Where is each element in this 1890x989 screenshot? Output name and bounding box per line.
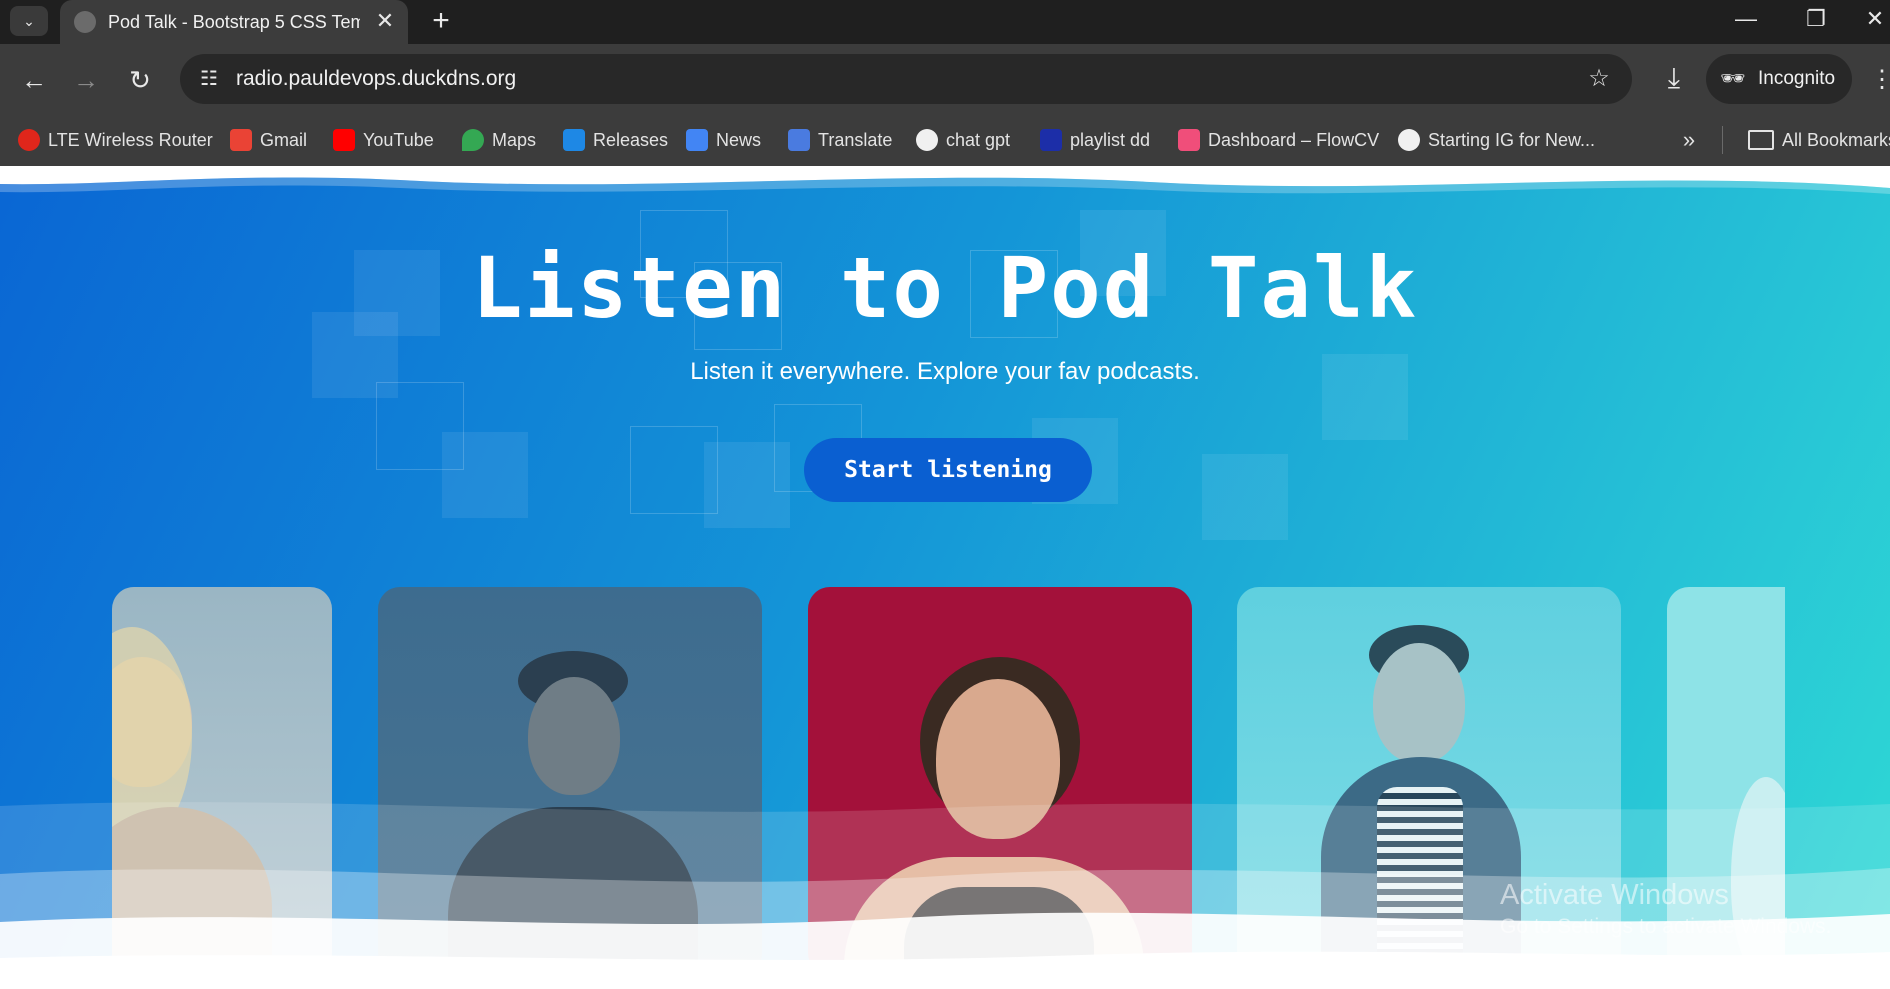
openai-icon — [1398, 129, 1420, 151]
activate-windows-title: Activate Windows — [1500, 879, 1729, 911]
bookmark-flowcv[interactable]: Dashboard – FlowCV — [1178, 125, 1379, 155]
openai-icon — [916, 129, 938, 151]
bookmark-youtube[interactable]: YouTube — [333, 125, 434, 155]
close-window-button[interactable]: ✕ — [1860, 4, 1890, 34]
tab-search-chevron-icon[interactable]: ⌄ — [10, 6, 48, 36]
close-tab-icon[interactable]: ✕ — [372, 8, 398, 34]
forward-arrow-icon[interactable]: → — [68, 62, 104, 98]
incognito-badge[interactable]: 🕶 Incognito — [1706, 54, 1852, 104]
bookmark-translate[interactable]: Translate — [788, 125, 892, 155]
bookmark-label: Starting IG for New... — [1428, 129, 1596, 150]
host-body — [448, 807, 698, 975]
incognito-icon: 🕶 — [1720, 68, 1746, 90]
flowcv-icon — [1178, 129, 1200, 151]
host-card[interactable] — [378, 587, 762, 975]
bookmark-label: YouTube — [363, 129, 434, 150]
bookmarks-overflow-icon[interactable]: » — [1676, 125, 1702, 155]
router-icon — [18, 129, 40, 151]
host-photo — [936, 679, 1060, 839]
restore-button[interactable]: ❐ — [1796, 4, 1836, 34]
hero-title: Listen to Pod Talk — [471, 239, 1419, 337]
globe-icon — [74, 11, 96, 33]
bookmark-playlist-dd[interactable]: playlist dd — [1040, 125, 1150, 155]
host-card[interactable] — [112, 587, 332, 975]
bookmark-label: chat gpt — [946, 129, 1011, 150]
bookmarks-divider — [1722, 126, 1723, 154]
bookmarks-bar: LTE Wireless Router Gmail YouTube Maps R… — [0, 114, 1890, 166]
playlist-icon — [1040, 129, 1062, 151]
translate-icon — [788, 129, 810, 151]
tab-strip: ⌄ Pod Talk - Bootstrap 5 CSS Template ✕ … — [0, 0, 1890, 44]
host-photo — [1731, 777, 1785, 975]
top-wave-decoration — [0, 166, 1890, 194]
host-photo — [528, 677, 620, 795]
reload-icon[interactable]: ↻ — [122, 62, 158, 98]
decorative-square — [442, 432, 528, 518]
bookmark-star-icon[interactable]: ☆ — [1584, 64, 1614, 94]
bookmark-label: LTE Wireless Router — [48, 129, 213, 150]
news-icon — [686, 129, 708, 151]
featured-host-card[interactable] — [808, 587, 1192, 975]
host-body — [112, 807, 272, 975]
host-photo — [1373, 643, 1465, 763]
bookmark-lte-router[interactable]: LTE Wireless Router — [18, 125, 213, 155]
minimize-button[interactable]: — — [1726, 4, 1766, 34]
bookmark-releases[interactable]: Releases — [563, 125, 668, 155]
bookmark-label: News — [716, 129, 762, 150]
more-menu-icon[interactable]: ⋮ — [1870, 62, 1890, 98]
bookmark-starting-ig[interactable]: Starting IG for New... — [1398, 125, 1595, 155]
bookmark-label: Dashboard – FlowCV — [1208, 129, 1380, 150]
download-icon[interactable]: ⤓ — [1656, 60, 1692, 96]
bookmark-chat-gpt[interactable]: chat gpt — [916, 125, 1010, 155]
start-listening-button[interactable]: Start listening — [804, 438, 1092, 502]
hero-subtitle: Listen it everywhere. Explore your fav p… — [690, 358, 1200, 385]
bookmark-label: playlist dd — [1070, 129, 1151, 150]
maps-pin-icon — [462, 129, 484, 151]
all-bookmarks-folder[interactable]: All Bookmarks — [1748, 125, 1890, 155]
activate-windows-subtitle: Go to Settings to activate Windows. — [1500, 915, 1832, 938]
browser-toolbar: ← → ↻ ☷ radio.pauldevops.duckdns.org ☆ ⤓… — [0, 44, 1890, 114]
tab-title: Pod Talk - Bootstrap 5 CSS Template — [108, 12, 360, 32]
url-text[interactable]: radio.pauldevops.duckdns.org — [236, 67, 516, 91]
bookmark-label: Maps — [492, 129, 537, 150]
all-bookmarks-label: All Bookmarks — [1782, 129, 1890, 150]
bookmark-gmail[interactable]: Gmail — [230, 125, 307, 155]
bookmark-maps[interactable]: Maps — [462, 125, 536, 155]
releases-icon — [563, 129, 585, 151]
page-viewport: Listen to Pod Talk Listen it everywhere.… — [0, 166, 1890, 989]
bookmark-label: Releases — [593, 129, 669, 150]
new-tab-button[interactable]: + — [425, 6, 457, 38]
youtube-icon — [333, 129, 355, 151]
address-bar[interactable]: ☷ radio.pauldevops.duckdns.org ☆ — [180, 54, 1632, 104]
active-tab[interactable]: Pod Talk - Bootstrap 5 CSS Template ✕ — [60, 0, 408, 44]
bookmark-news[interactable]: News — [686, 125, 761, 155]
gmail-icon — [230, 129, 252, 151]
site-info-icon[interactable]: ☷ — [194, 64, 224, 94]
incognito-label: Incognito — [1758, 68, 1836, 89]
bookmark-label: Gmail — [260, 129, 308, 150]
folder-icon — [1748, 130, 1774, 150]
host-striped-shirt — [1377, 787, 1463, 975]
decorative-square — [1202, 454, 1288, 540]
host-top — [904, 887, 1094, 975]
back-arrow-icon[interactable]: ← — [16, 62, 52, 98]
bookmark-label: Translate — [818, 129, 893, 150]
